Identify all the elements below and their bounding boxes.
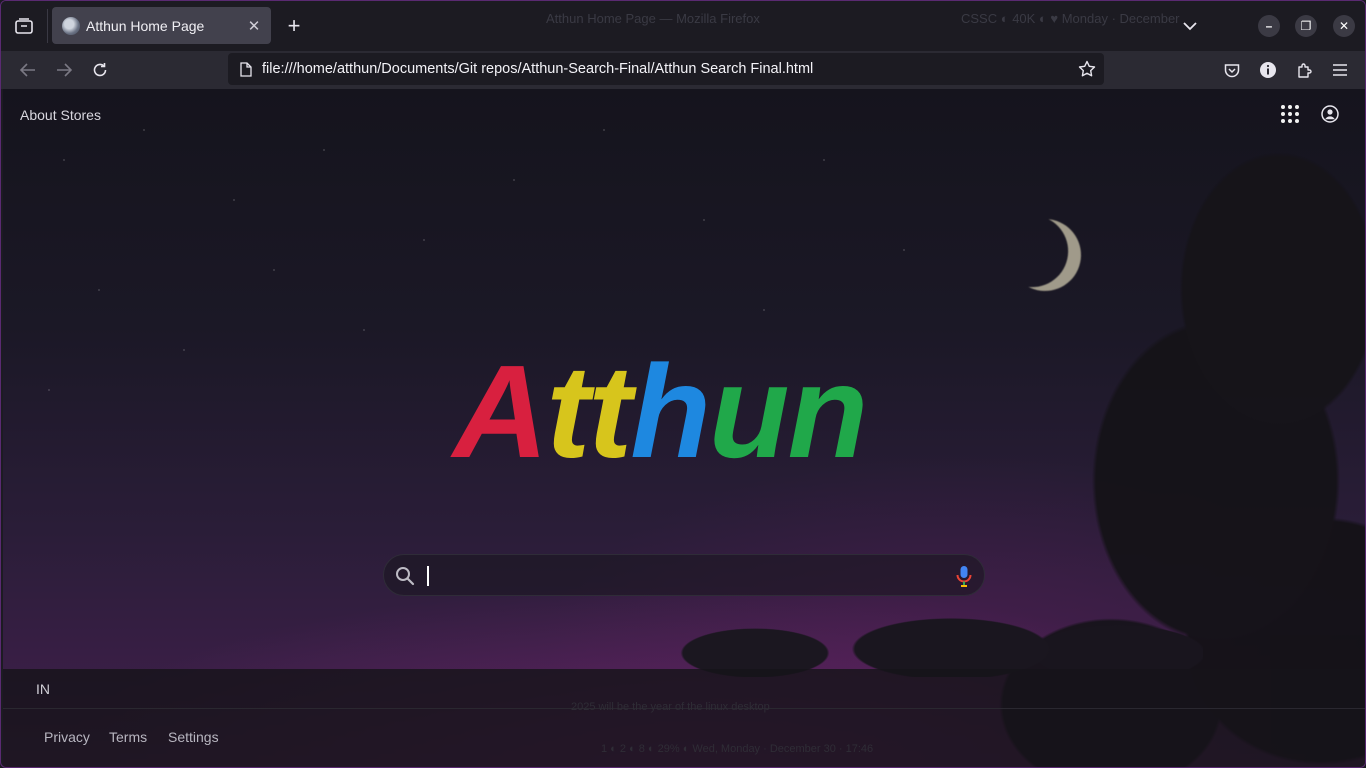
background-status-text: CSSC ◐ 40K ◐ ♥ Monday · December: [961, 11, 1180, 26]
search-icon: [396, 567, 415, 586]
url-bar[interactable]: file:///home/atthun/Documents/Git repos/…: [228, 53, 1104, 85]
tab-strip: Atthun Home Page ✕ + Atthun Home Page — …: [1, 1, 1365, 51]
search-input[interactable]: [426, 559, 946, 591]
tab-title: Atthun Home Page: [86, 17, 205, 34]
star-icon[interactable]: [1076, 58, 1098, 80]
logo-letter-t2: t: [588, 338, 632, 485]
arrow-right-icon[interactable]: [52, 58, 76, 82]
tab-separator: [47, 9, 48, 43]
logo-letter-u: u: [708, 338, 790, 485]
footer-country-row: IN 2025 will be the year of the linux de…: [3, 669, 1365, 713]
microphone-icon[interactable]: [953, 564, 975, 588]
country-label: IN: [36, 681, 50, 697]
logo-letter-a: A: [453, 338, 548, 485]
privacy-link[interactable]: Privacy: [44, 729, 90, 745]
url-text[interactable]: file:///home/atthun/Documents/Git repos/…: [262, 61, 1076, 77]
logo-letter-h: h: [630, 338, 711, 485]
atthun-logo: Atthun: [453, 338, 893, 485]
background-window-title: Atthun Home Page — Mozilla Firefox: [546, 11, 760, 26]
account-icon[interactable]: [1320, 104, 1340, 124]
page-viewport: About Stores Atthun IN 2025 will be the …: [3, 89, 1365, 767]
browser-window: Atthun Home Page ✕ + Atthun Home Page — …: [0, 0, 1366, 768]
logo-letter-t1: t: [546, 338, 590, 485]
logo-letter-n: n: [787, 338, 869, 485]
puzzle-icon[interactable]: [1292, 58, 1316, 82]
arrow-left-icon[interactable]: [16, 58, 40, 82]
chevron-down-icon[interactable]: [1179, 14, 1201, 38]
hamburger-icon[interactable]: [1328, 58, 1352, 82]
tab-close-icon[interactable]: ✕: [243, 15, 265, 37]
restore-button[interactable]: ❐: [1295, 15, 1317, 37]
reload-icon[interactable]: [88, 58, 112, 82]
settings-link[interactable]: Settings: [168, 729, 219, 745]
background-taskbar-text: 1 ◐ 2 ◐ 8 ◐ 29% ◐ Wed, Monday · December…: [601, 743, 874, 755]
text-caret: [427, 566, 429, 586]
globe-favicon-icon: [62, 16, 80, 35]
tab-list-icon[interactable]: [11, 13, 37, 39]
terms-link[interactable]: Terms: [109, 729, 147, 745]
pocket-icon[interactable]: [1220, 58, 1244, 82]
info-icon[interactable]: [1256, 58, 1280, 82]
tab-atthun-home[interactable]: Atthun Home Page ✕: [52, 7, 271, 44]
minimize-button[interactable]: –: [1258, 15, 1280, 37]
new-tab-button[interactable]: +: [282, 13, 306, 38]
page-icon: [238, 61, 254, 77]
footer-links-row: Privacy Terms Settings 1 ◐ 2 ◐ 8 ◐ 29% ◐…: [3, 709, 1365, 767]
page-footer: IN 2025 will be the year of the linux de…: [3, 669, 1365, 767]
navigation-bar: file:///home/atthun/Documents/Git repos/…: [1, 51, 1365, 89]
close-window-button[interactable]: ✕: [1333, 15, 1355, 37]
bush-silhouette: [643, 597, 1203, 677]
search-box[interactable]: [383, 554, 985, 596]
apps-grid-icon[interactable]: [1279, 103, 1301, 125]
about-stores-link[interactable]: About Stores: [20, 107, 101, 123]
